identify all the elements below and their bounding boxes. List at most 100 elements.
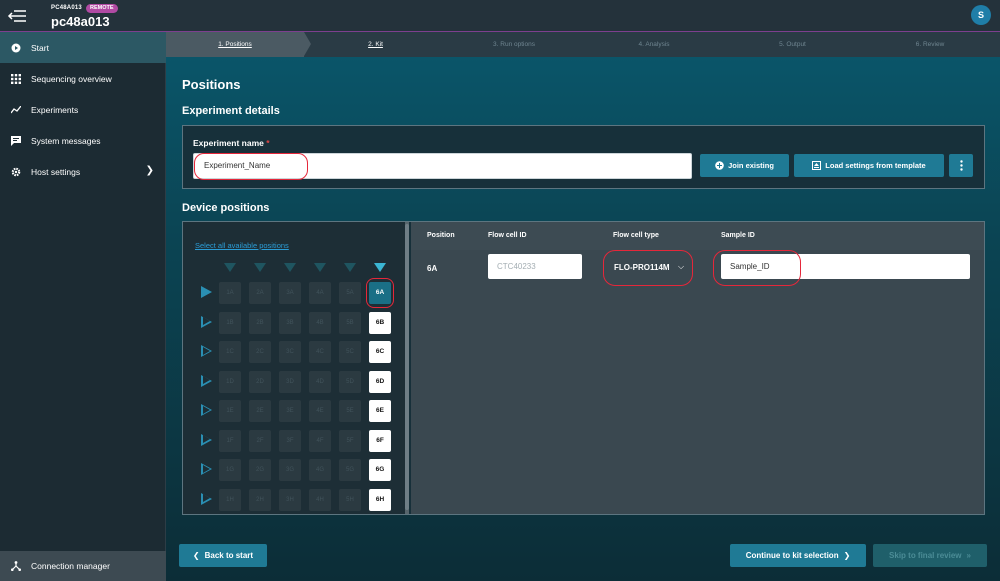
experiment-name-label: Experiment name * [193, 138, 270, 148]
device-positions-card: Select all available positions 1A 2A 3A 4A 5… [182, 221, 985, 515]
flow-cell-position-4g: 4G [309, 459, 331, 481]
flow-cell-position-2a: 2A [249, 282, 271, 304]
flow-cell-position-6c[interactable]: 6C [369, 341, 391, 363]
column-header-position: Position [427, 232, 455, 239]
back-to-start-label: Back to start [204, 551, 254, 560]
flow-cell-grid-panel: Select all available positions 1A 2A 3A 4A 5… [183, 222, 406, 514]
flow-cell-position-2f: 2F [249, 429, 271, 452]
sidebar-item-label: System messages [31, 135, 101, 146]
sidebar-item-host-settings[interactable]: Host settings ❯ [0, 156, 166, 187]
load-template-label: Load settings from template [825, 161, 926, 170]
sidebar-item-sequencing-overview[interactable]: Sequencing overview [0, 63, 166, 94]
top-bar: PC48A013 REMOTE pc48a013 S [0, 0, 1000, 32]
step-positions[interactable]: 1. Positions [166, 32, 304, 57]
flow-cell-position-3f: 3F [279, 429, 301, 452]
row-select-icon[interactable] [201, 286, 212, 298]
flow-cell-position-3e: 3E [279, 400, 301, 422]
row-select-icon[interactable] [201, 433, 212, 446]
flow-cell-position-4e: 4E [309, 400, 331, 422]
flow-cell-position-6g[interactable]: 6G [369, 459, 391, 481]
flow-cell-position-5f: 5F [339, 429, 361, 452]
flow-cell-position-4h: 4H [309, 488, 331, 511]
column-header-flow-cell-id: Flow cell ID [488, 232, 527, 239]
scrollbar-thumb[interactable] [405, 224, 409, 510]
connection-manager[interactable]: Connection manager [0, 551, 166, 581]
flow-cell-position-4f: 4F [309, 429, 331, 452]
row-select-icon[interactable] [201, 374, 212, 387]
device-name: pc48a013 [51, 14, 110, 29]
row-select-icon[interactable] [201, 492, 212, 505]
upload-icon [812, 161, 822, 170]
row-select-icon[interactable] [201, 404, 212, 416]
column-select-icon [344, 263, 356, 272]
sidebar: Start Sequencing overview Experiments Sy… [0, 32, 166, 581]
flow-cell-position-5c: 5C [339, 341, 361, 363]
chevron-right-icon: ❯ [145, 165, 154, 176]
flow-cell-position-1e: 1E [219, 400, 241, 422]
sidebar-item-label: Start [31, 42, 49, 53]
steps-bar: 1. Positions 2. Kit 3. Run options 4. An… [166, 32, 1000, 57]
sidebar-item-system-messages[interactable]: System messages [0, 125, 166, 156]
sidebar-item-experiments[interactable]: Experiments [0, 94, 166, 125]
user-avatar[interactable]: S [971, 5, 991, 25]
experiment-details-heading: Experiment details [182, 105, 280, 117]
flow-cell-position-4b: 4B [309, 311, 331, 334]
flow-cell-position-3c: 3C [279, 341, 301, 363]
flow-cell-id-input[interactable]: CTC40233 [488, 254, 582, 279]
row-position: 6A [427, 264, 438, 273]
flow-cell-position-5b: 5B [339, 311, 361, 334]
row-select-icon[interactable] [201, 315, 212, 328]
step-kit[interactable]: 2. Kit [311, 32, 440, 57]
flow-cell-position-6f[interactable]: 6F [369, 429, 391, 452]
device-label: PC48A013 [51, 5, 82, 11]
trend-icon [10, 104, 22, 116]
row-select-icon[interactable] [201, 345, 212, 357]
load-template-button[interactable]: Load settings from template [794, 154, 944, 177]
flow-cell-position-2g: 2G [249, 459, 271, 481]
sidebar-item-start[interactable]: Start [0, 32, 166, 63]
gear-icon [10, 166, 22, 178]
flow-cell-position-6d[interactable]: 6D [369, 370, 391, 393]
flow-cell-position-3a: 3A [279, 282, 301, 304]
flow-cell-position-1f: 1F [219, 429, 241, 452]
device-positions-heading: Device positions [182, 202, 270, 214]
step-analysis: 4. Analysis [638, 41, 670, 48]
join-existing-label: Join existing [728, 161, 774, 170]
flow-cell-position-6b[interactable]: 6B [369, 311, 391, 334]
flow-cell-position-6h[interactable]: 6H [369, 488, 391, 511]
flow-cell-position-1c: 1C [219, 341, 241, 363]
continue-button[interactable]: Continue to kit selection ❯ [730, 544, 866, 567]
column-select-icon[interactable] [374, 263, 386, 272]
more-vertical-icon [959, 160, 963, 171]
back-to-start-button[interactable]: ❮ Back to start [179, 544, 267, 567]
column-select-icon [254, 263, 266, 272]
required-mark: * [266, 138, 270, 148]
flow-cell-position-3h: 3H [279, 488, 301, 511]
flow-cell-position-6e[interactable]: 6E [369, 400, 391, 422]
page-title: Positions [182, 77, 241, 92]
annotation-circle [603, 250, 693, 286]
annotation-circle [713, 250, 801, 286]
flow-cell-position-2b: 2B [249, 311, 271, 334]
remote-badge: REMOTE [86, 4, 118, 13]
message-icon [10, 135, 22, 147]
sidebar-item-label: Experiments [31, 104, 79, 115]
select-all-link[interactable]: Select all available positions [195, 241, 289, 250]
row-select-icon[interactable] [201, 463, 212, 475]
grid-icon [10, 73, 22, 85]
column-select-icon [224, 263, 236, 272]
positions-table-header: Position Flow cell ID Flow cell type Sam… [411, 222, 984, 250]
flow-cell-position-2e: 2E [249, 400, 271, 422]
sidebar-item-label: Host settings [31, 166, 81, 177]
chevron-right-icon: ❯ [843, 551, 851, 560]
join-existing-button[interactable]: Join existing [700, 154, 789, 177]
connection-manager-label: Connection manager [31, 561, 110, 571]
flow-cell-position-2c: 2C [249, 341, 271, 363]
annotation-circle [194, 153, 308, 180]
flow-cell-position-5g: 5G [339, 459, 361, 481]
column-select-icon [314, 263, 326, 272]
flow-cell-position-4a: 4A [309, 282, 331, 304]
more-options-button[interactable] [949, 154, 973, 177]
add-circle-icon [715, 161, 724, 170]
menu-collapse-icon[interactable] [6, 7, 28, 25]
